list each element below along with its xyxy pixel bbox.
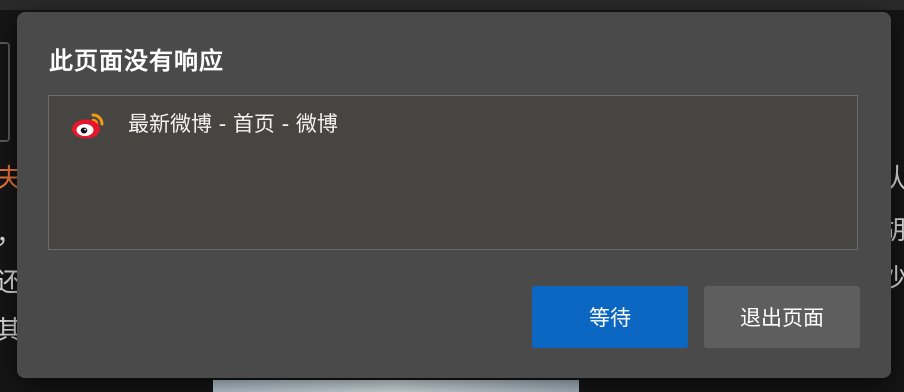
weibo-icon xyxy=(71,112,107,140)
dialog-title: 此页面没有响应 xyxy=(49,47,224,75)
browser-page: 夫 ， 还 其 队 胡 沙 此页面没有响应 xyxy=(0,0,904,392)
exit-page-button[interactable]: 退出页面 xyxy=(704,286,860,348)
browser-toolbar-edge xyxy=(0,0,904,10)
list-item: 最新微博 - 首页 - 微博 xyxy=(49,96,857,156)
background-image xyxy=(213,380,579,392)
wait-button[interactable]: 等待 xyxy=(532,286,688,348)
tab-title: 最新微博 - 首页 - 微博 xyxy=(128,112,338,136)
unresponsive-tab-list: 最新微博 - 首页 - 微博 xyxy=(48,95,858,250)
background-panel-edge xyxy=(0,42,10,142)
page-unresponsive-dialog: 此页面没有响应 最新微博 - 首页 - 微博 等待 退出页面 xyxy=(17,12,891,378)
